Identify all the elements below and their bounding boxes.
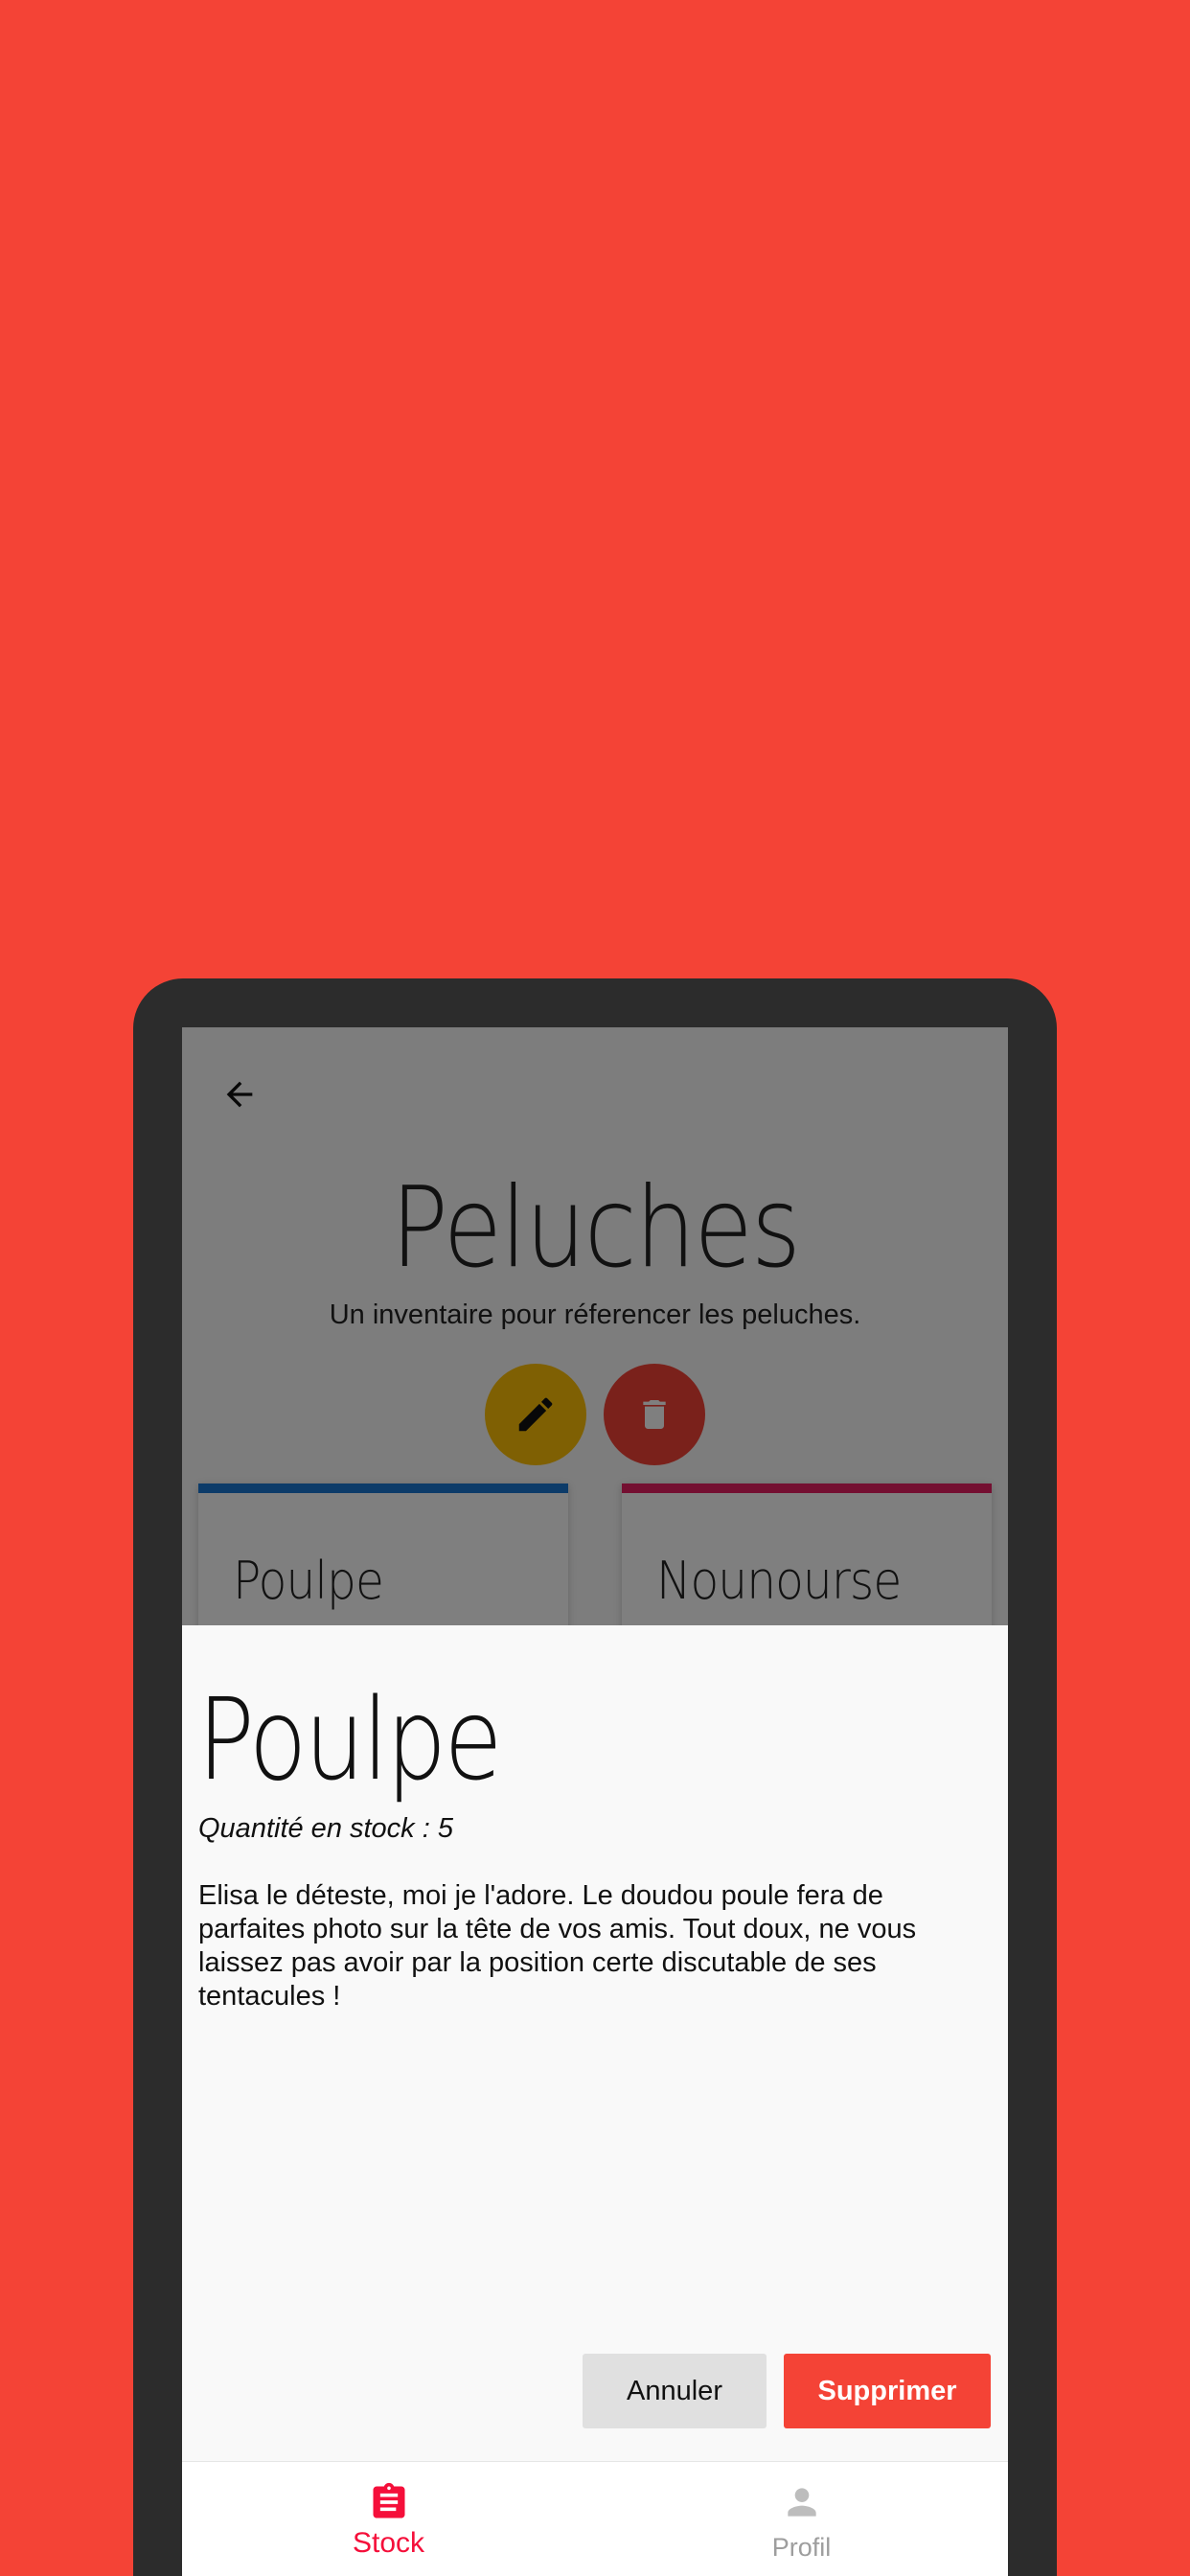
nav-label-stock: Stock (352, 2527, 425, 2559)
person-icon (787, 2488, 816, 2517)
device-frame: Peluches Un inventaire pour réferencer l… (133, 978, 1057, 2576)
nav-label-profil: Profil (771, 2533, 832, 2562)
cancel-button[interactable]: Annuler (583, 2354, 767, 2428)
modal-scrim[interactable] (182, 1027, 1008, 1625)
background-page: Peluches Un inventaire pour réferencer l… (182, 1027, 1008, 1625)
app-screen: Peluches Un inventaire pour réferencer l… (182, 1027, 1008, 2576)
delete-dialog: Poulpe Quantité en stock : 5 Elisa le dé… (182, 1625, 1008, 2461)
dialog-title: Poulpe (197, 1673, 503, 1806)
stock-quantity: Quantité en stock : 5 (198, 1813, 453, 1844)
bottom-navigation: Stock Profil (182, 2461, 1008, 2576)
clipboard-icon (373, 2482, 404, 2518)
dialog-description: Elisa le déteste, moi je l'adore. Le dou… (198, 1880, 917, 2012)
confirm-delete-button[interactable]: Supprimer (784, 2354, 991, 2428)
nav-item-stock[interactable]: Stock (182, 2462, 595, 2576)
nav-item-profil[interactable]: Profil (595, 2462, 1008, 2576)
